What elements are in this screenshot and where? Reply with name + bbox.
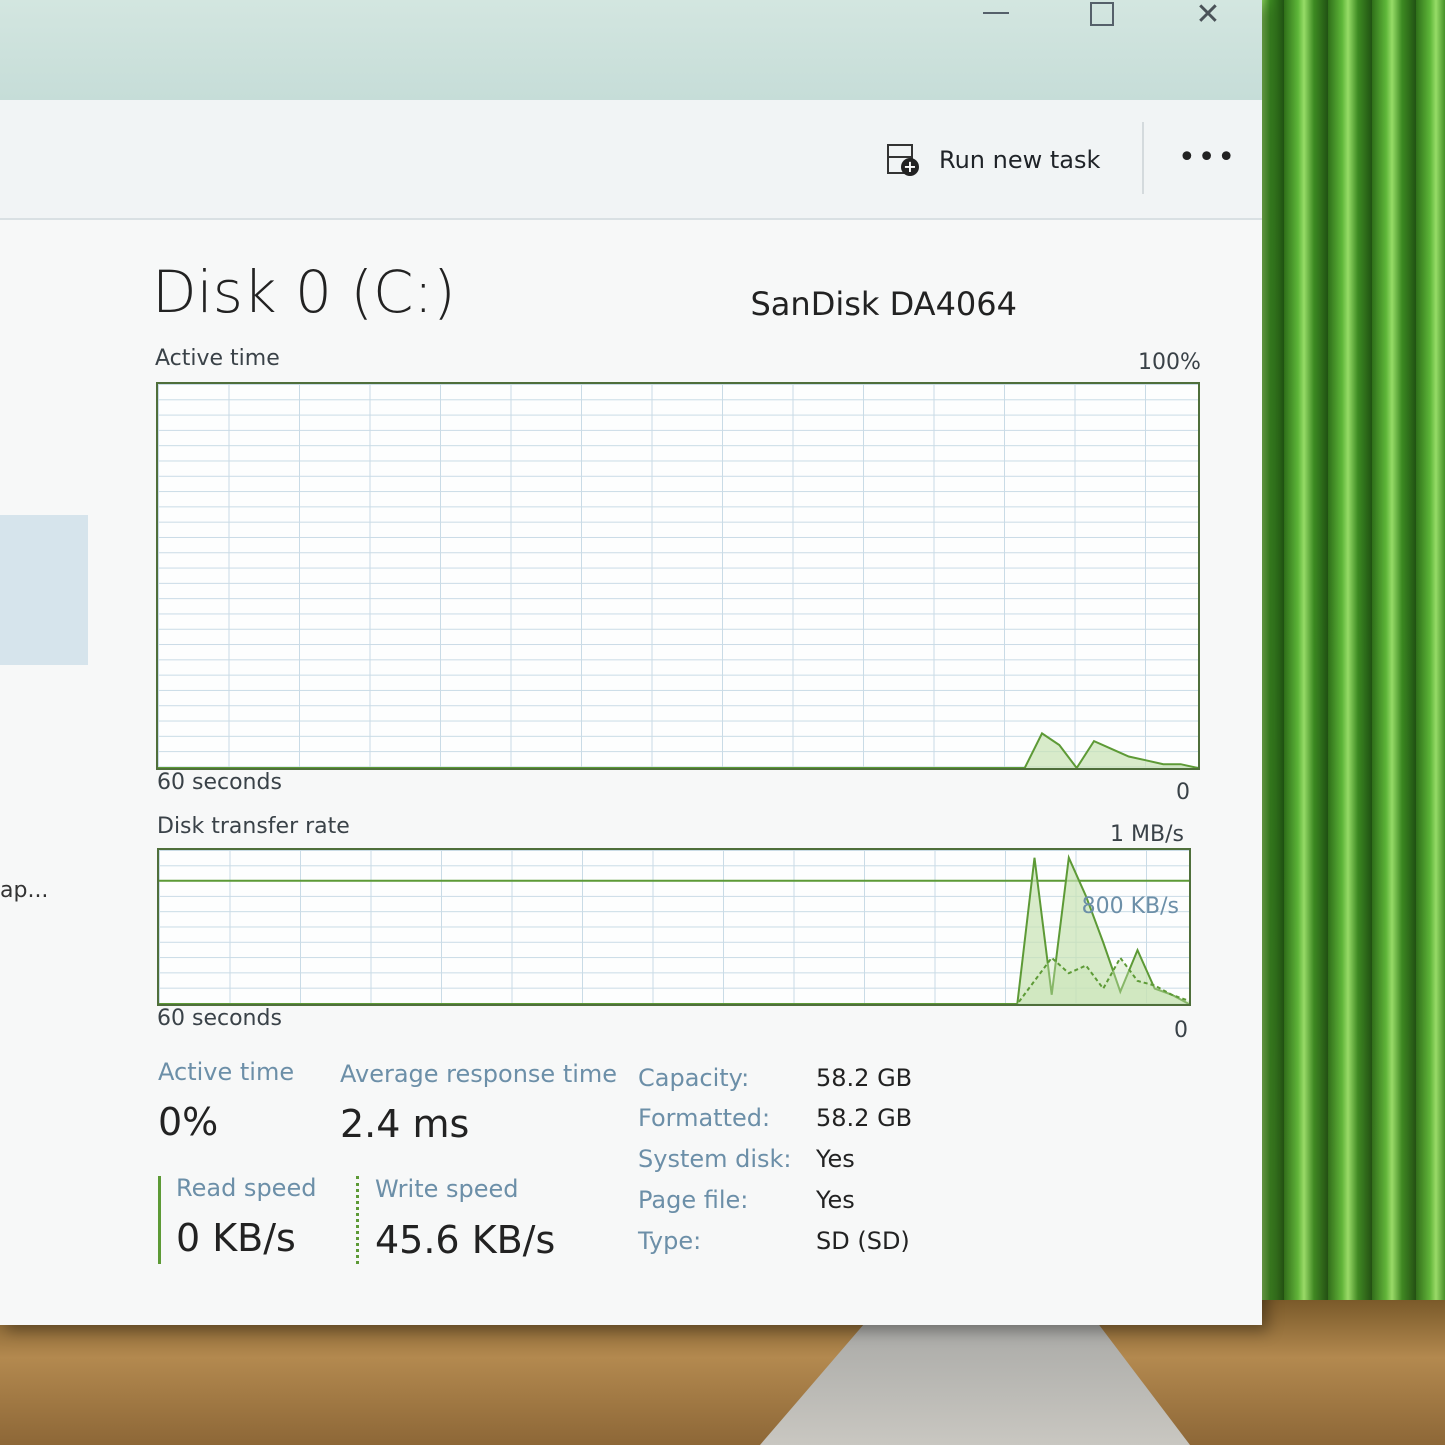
type-value: SD (SD) [816,1227,910,1255]
transfer-reference-label: 800 KB/s [1081,894,1179,919]
write-speed-value: 45.6 KB/s [375,1218,556,1262]
active-time-stat-value: 0% [158,1100,219,1144]
run-task-icon: + [885,142,921,178]
avg-response-value: 2.4 ms [340,1102,470,1146]
read-speed-value: 0 KB/s [176,1216,296,1260]
transfer-rate-chart [159,854,1189,1004]
system-disk-key: System disk: [638,1145,792,1173]
read-speed-legend-bar [158,1176,161,1264]
transfer-time-span: 60 seconds [157,1006,282,1031]
transfer-graph-max: 1 MB/s [1110,822,1184,847]
type-key: Type: [638,1227,702,1255]
series-area-0 [158,733,1198,768]
page-file-value: Yes [816,1186,855,1214]
minimize-button[interactable] [965,0,1025,36]
active-time-graph [156,382,1200,770]
avg-response-label: Average response time [340,1060,618,1088]
active-time-graph-max: 100% [1138,350,1201,375]
command-divider [1142,122,1144,194]
page-title: Disk 0 (C:) [152,258,456,326]
run-new-task-button[interactable]: + Run new task [885,140,1100,180]
system-disk-value: Yes [816,1145,855,1173]
active-time-stat-label: Active time [158,1058,295,1086]
bamboo-wallpaper [1240,0,1445,1445]
page-file-key: Page file: [638,1186,749,1214]
close-button[interactable]: ✕ [1178,0,1238,36]
write-speed-label: Write speed [375,1175,519,1203]
transfer-rate-graph: 800 KB/s [157,848,1191,1006]
title-bar: ✕ [0,0,1262,100]
sidebar-selected-item[interactable] [0,515,88,665]
formatted-value: 58.2 GB [816,1104,913,1132]
sidebar-truncated-item[interactable]: ap... [0,878,48,903]
disk-model: SanDisk DA4064 [750,285,1017,323]
transfer-min: 0 [1174,1018,1188,1043]
capacity-value: 58.2 GB [816,1064,913,1092]
maximize-button[interactable] [1070,0,1130,36]
read-speed-label: Read speed [176,1174,317,1202]
write-speed-legend-bar [356,1176,359,1264]
capacity-key: Capacity: [638,1064,750,1092]
transfer-graph-label: Disk transfer rate [157,814,350,839]
formatted-key: Formatted: [638,1104,771,1132]
active-time-chart [158,731,1198,768]
active-time-min: 0 [1176,780,1190,805]
active-time-graph-label: Active time [155,346,280,371]
run-new-task-label: Run new task [939,146,1101,174]
task-manager-window: ✕ + Run new task ••• ap... Disk 0 (C:) S… [0,0,1262,1325]
more-options-button[interactable]: ••• [1178,140,1237,175]
active-time-span: 60 seconds [157,770,282,795]
